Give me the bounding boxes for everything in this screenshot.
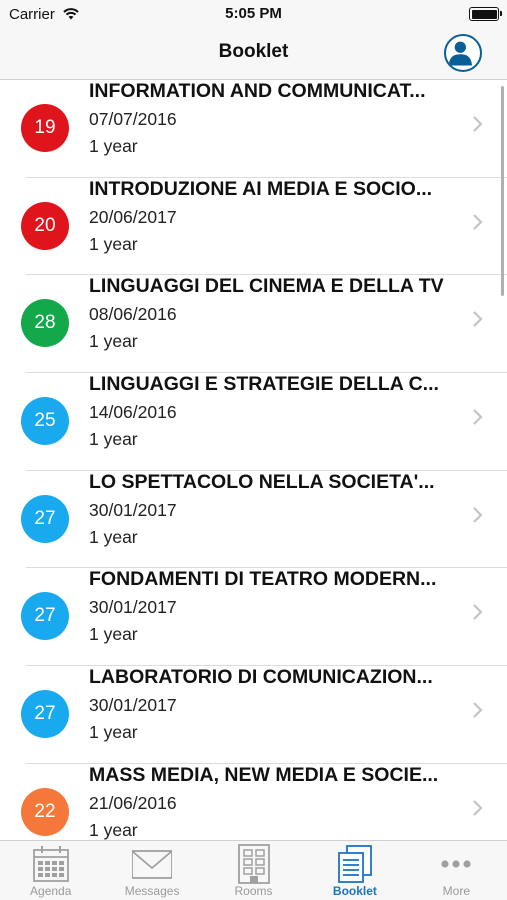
credits-badge: 20: [21, 201, 69, 250]
course-duration: 1 year: [89, 819, 138, 840]
course-date: 30/01/2017: [89, 499, 177, 520]
course-title: INFORMATION AND COMMUNICAT...: [89, 80, 426, 102]
course-row[interactable]: 27 LABORATORIO DI COMUNICAZION... 30/01/…: [0, 666, 507, 764]
course-date: 08/06/2016: [89, 304, 177, 325]
tab-more[interactable]: More: [406, 841, 507, 900]
course-row[interactable]: 20 INTRODUZIONE AI MEDIA E SOCIO... 20/0…: [0, 178, 507, 276]
course-row[interactable]: 25 LINGUAGGI E STRATEGIE DELLA C... 14/0…: [0, 373, 507, 471]
credits-badge: 27: [21, 494, 69, 543]
credits-badge: 28: [21, 299, 69, 348]
tab-label: Messages: [124, 884, 180, 898]
credits-badge: 27: [21, 690, 69, 739]
course-title: LINGUAGGI DEL CINEMA E DELLA TV: [89, 275, 444, 298]
chevron-right-icon: [473, 311, 483, 328]
course-title: FONDAMENTI DI TEATRO MODERN...: [89, 568, 437, 591]
course-duration: 1 year: [89, 331, 138, 352]
chevron-right-icon: [473, 506, 483, 523]
building-icon: [237, 844, 270, 884]
course-date: 30/01/2017: [89, 597, 177, 618]
course-date: 07/07/2016: [89, 109, 177, 129]
course-duration: 1 year: [89, 722, 138, 743]
user-avatar-icon: [448, 41, 473, 66]
page-title: Booklet: [218, 41, 289, 62]
course-row[interactable]: 28 LINGUAGGI DEL CINEMA E DELLA TV 08/06…: [0, 275, 507, 374]
course-row[interactable]: 19 INFORMATION AND COMMUNICAT... 07/07/2…: [0, 80, 507, 178]
status-bar: Carrier 5:05 PM: [0, 0, 507, 28]
course-duration: 1 year: [89, 429, 138, 450]
battery-icon: [469, 7, 502, 21]
course-title: LO SPETTACOLO NELLA SOCIETA'...: [89, 470, 435, 493]
tab-label: Rooms: [234, 884, 273, 898]
course-duration: 1 year: [89, 526, 138, 547]
tab-bar: Agenda Messages Rooms Booklet More: [0, 840, 507, 900]
course-date: 14/06/2016: [89, 402, 177, 423]
course-date: 21/06/2016: [89, 792, 177, 813]
tab-agenda[interactable]: Agenda: [0, 841, 101, 900]
course-title: LINGUAGGI E STRATEGIE DELLA C...: [89, 373, 439, 396]
navigation-bar: Booklet: [0, 28, 507, 80]
course-duration: 1 year: [89, 233, 138, 254]
credits-badge: 25: [21, 397, 69, 446]
calendar-icon: [32, 846, 69, 882]
chevron-right-icon: [473, 604, 483, 621]
chevron-right-icon: [473, 800, 483, 816]
tab-label: Agenda: [30, 884, 72, 898]
course-title: INTRODUZIONE AI MEDIA E SOCIO...: [89, 177, 433, 200]
more-dots-icon: [441, 860, 471, 868]
course-date: 20/06/2017: [89, 206, 177, 227]
chevron-right-icon: [473, 116, 483, 132]
envelope-icon: [132, 850, 173, 879]
clock: 5:05 PM: [225, 5, 282, 22]
course-duration: 1 year: [89, 624, 138, 645]
course-title: LABORATORIO DI COMUNICAZION...: [89, 666, 433, 689]
course-duration: 1 year: [89, 136, 138, 156]
tab-messages[interactable]: Messages: [101, 841, 202, 900]
booklet-icon: [338, 845, 372, 883]
scroll-indicator[interactable]: [501, 86, 504, 296]
course-title: MASS MEDIA, NEW MEDIA E SOCIE...: [89, 763, 439, 786]
course-list[interactable]: 19 INFORMATION AND COMMUNICAT... 07/07/2…: [0, 80, 507, 840]
tab-booklet[interactable]: Booklet: [304, 841, 405, 900]
chevron-right-icon: [473, 702, 483, 718]
course-row[interactable]: 27 FONDAMENTI DI TEATRO MODERN... 30/01/…: [0, 568, 507, 667]
course-row[interactable]: 27 LO SPETTACOLO NELLA SOCIETA'... 30/01…: [0, 471, 507, 569]
tab-label: Booklet: [332, 884, 377, 898]
course-date: 30/01/2017: [89, 695, 177, 716]
tab-rooms[interactable]: Rooms: [203, 841, 304, 900]
credits-badge: 27: [21, 592, 69, 641]
tab-label: More: [442, 884, 470, 898]
chevron-right-icon: [473, 213, 483, 230]
profile-button[interactable]: [444, 34, 482, 72]
course-row[interactable]: 22 MASS MEDIA, NEW MEDIA E SOCIE... 21/0…: [0, 764, 507, 840]
credits-badge: 19: [21, 104, 69, 152]
credits-badge: 22: [21, 787, 69, 836]
chevron-right-icon: [473, 409, 483, 425]
